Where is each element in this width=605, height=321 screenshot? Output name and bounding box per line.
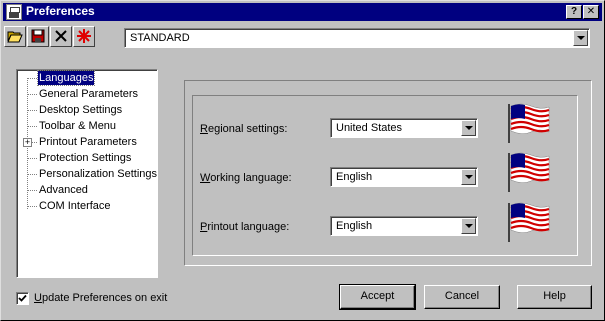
update-preferences-label[interactable]: Update Preferences on exit: [34, 292, 167, 304]
printout-language-label: Printout language:: [200, 221, 290, 233]
tree-item-general-parameters[interactable]: General Parameters: [38, 87, 139, 101]
us-flag-icon: [508, 152, 550, 192]
open-button[interactable]: [4, 26, 26, 47]
help-title-button[interactable]: ?: [566, 5, 582, 19]
regional-settings-label: Regional settings:: [200, 123, 288, 135]
working-language-value: English: [336, 171, 373, 183]
tree-item-desktop-settings[interactable]: Desktop Settings: [38, 103, 123, 117]
tree-item-protection-settings[interactable]: Protection Settings: [38, 151, 132, 165]
us-flag-icon: [508, 202, 550, 242]
save-icon: [31, 29, 45, 43]
regional-settings-select[interactable]: United States: [330, 118, 478, 138]
printout-language-value: English: [336, 220, 373, 232]
checkmark-icon: [18, 294, 27, 302]
preferences-tree[interactable]: Languages General Parameters Desktop Set…: [16, 69, 158, 278]
window-title: Preferences: [26, 4, 95, 18]
profile-value: STANDARD: [130, 32, 190, 44]
delete-button[interactable]: [50, 26, 72, 47]
expand-plus-icon[interactable]: +: [23, 138, 32, 147]
tree-item-com-interface[interactable]: COM Interface: [38, 199, 112, 213]
reset-star-icon: [77, 29, 91, 43]
update-preferences-checkbox[interactable]: [16, 292, 29, 305]
regional-settings-value: United States: [336, 122, 403, 134]
tree-item-personalization-settings[interactable]: Personalization Settings: [38, 167, 158, 181]
title-bar: Preferences ? ✕: [3, 3, 602, 21]
us-flag-icon: [508, 103, 550, 143]
help-button[interactable]: Help: [517, 285, 592, 309]
working-language-label: Working language:: [200, 172, 292, 184]
profile-select[interactable]: STANDARD: [124, 28, 590, 48]
preferences-window: Preferences ? ✕ STANDARD Languages Gener…: [0, 0, 605, 321]
chevron-down-icon[interactable]: [461, 218, 476, 234]
accept-button[interactable]: Accept: [339, 284, 416, 310]
tree-item-printout-parameters[interactable]: Printout Parameters: [38, 135, 138, 149]
cancel-button[interactable]: Cancel: [424, 285, 500, 309]
delete-icon: [55, 30, 67, 42]
chevron-down-icon[interactable]: [461, 120, 476, 136]
printout-language-select[interactable]: English: [330, 216, 478, 236]
app-icon: [6, 4, 22, 20]
reset-button[interactable]: [73, 26, 95, 47]
chevron-down-icon[interactable]: [573, 30, 588, 46]
chevron-down-icon[interactable]: [461, 169, 476, 185]
tree-item-advanced[interactable]: Advanced: [38, 183, 89, 197]
tree-item-languages[interactable]: Languages: [36, 70, 96, 86]
close-title-button[interactable]: ✕: [583, 5, 599, 19]
tree-item-toolbar-menu[interactable]: Toolbar & Menu: [38, 119, 117, 133]
save-button[interactable]: [27, 26, 49, 47]
open-folder-icon: [7, 31, 23, 43]
working-language-select[interactable]: English: [330, 167, 478, 187]
